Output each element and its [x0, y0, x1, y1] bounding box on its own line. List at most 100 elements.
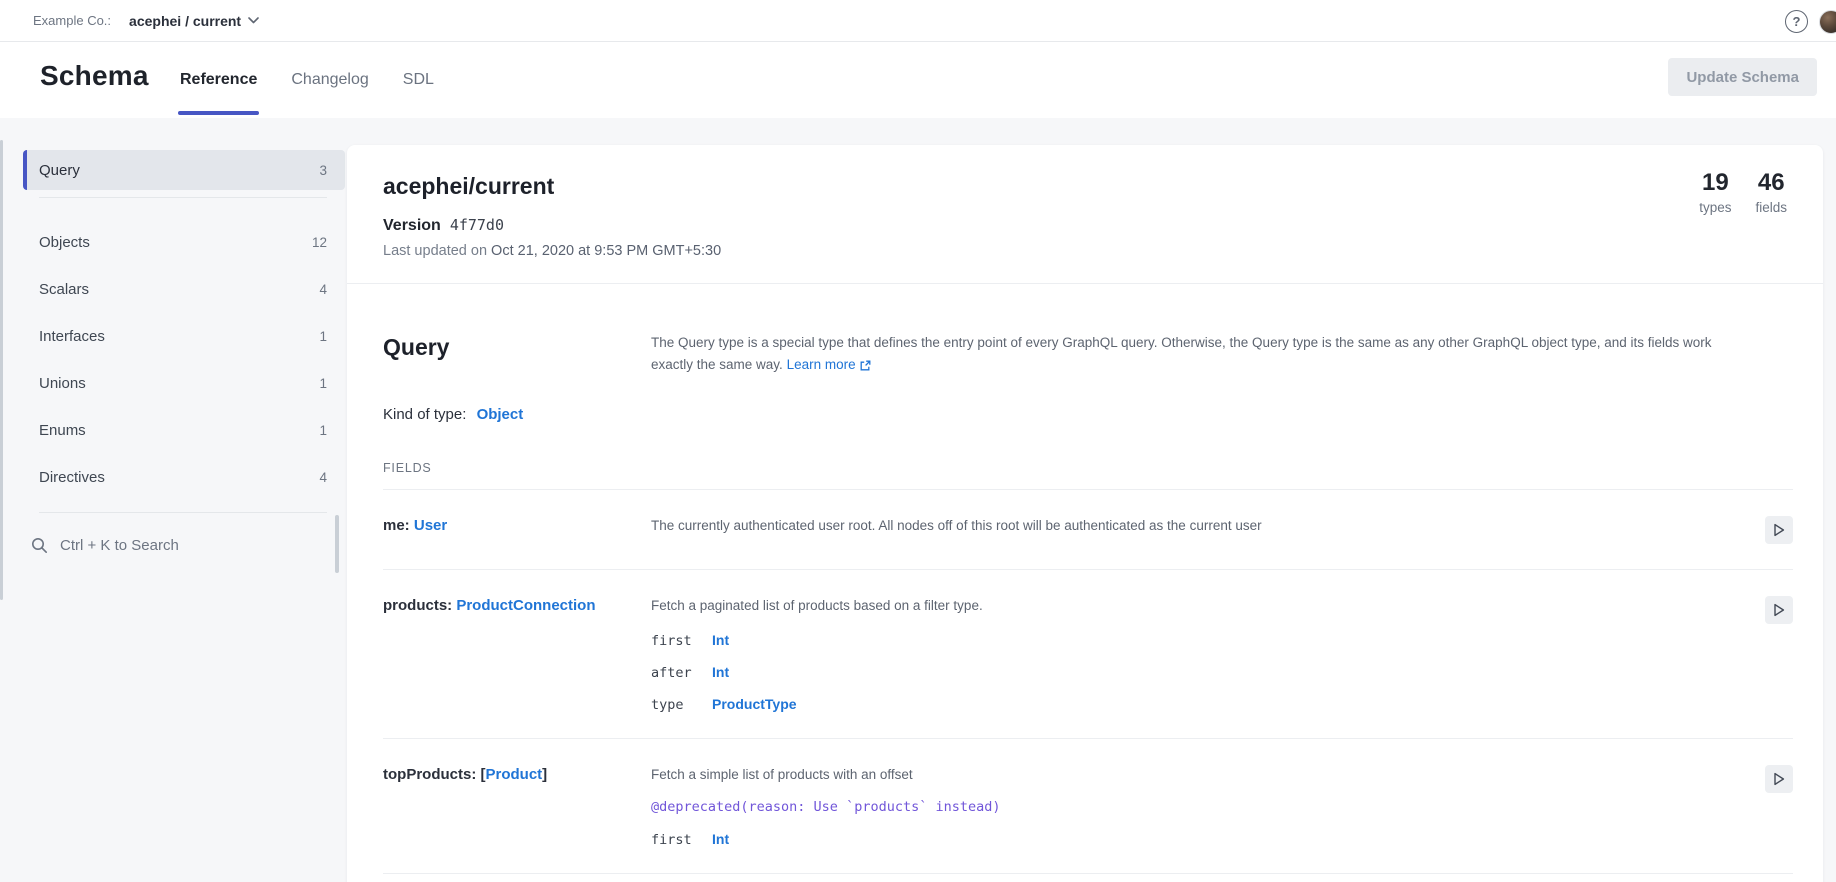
field-name: me:	[383, 517, 410, 534]
graph-summary: acephei/current Version 4f77d0 Last upda…	[347, 145, 1823, 259]
play-icon	[1773, 523, 1785, 537]
page-title: Schema	[40, 60, 149, 92]
kind-of-type-row: Kind of type: Object	[383, 406, 1793, 423]
stat-value: 19	[1702, 169, 1729, 197]
play-icon	[1773, 772, 1785, 786]
stat-types: 19 types	[1699, 169, 1731, 215]
last-updated: Last updated on Oct 21, 2020 at 9:53 PM …	[383, 243, 1787, 259]
field-type-link[interactable]: User	[414, 517, 447, 534]
sidebar-scrollbar-thumb[interactable]	[335, 515, 339, 573]
schema-type-sidebar: Query 3 Objects 12 Scalars 4 Interfaces …	[23, 118, 345, 882]
field-name: products:	[383, 597, 452, 614]
page-scrollbar-track	[0, 118, 3, 882]
field-description: Fetch a paginated list of products based…	[651, 596, 1719, 616]
play-icon	[1773, 603, 1785, 617]
arg-type-link[interactable]: Int	[712, 664, 1719, 680]
sidebar-item-query[interactable]: Query 3	[23, 150, 345, 190]
stat-fields: 46 fields	[1755, 169, 1787, 215]
sidebar-item-count: 1	[319, 423, 327, 438]
field-row-topproducts: topProducts: [Product] Fetch a simple li…	[383, 739, 1793, 873]
stat-label: types	[1699, 200, 1731, 215]
field-type-link[interactable]: Product	[486, 766, 543, 783]
help-icon[interactable]: ?	[1785, 10, 1808, 33]
arg-type-link[interactable]: ProductType	[712, 696, 1719, 712]
field-signature: products: ProductConnection	[383, 596, 651, 614]
learn-more-label: Learn more	[787, 354, 856, 376]
graph-selector-value: acephei / current	[129, 13, 241, 29]
tab-changelog[interactable]: Changelog	[289, 42, 370, 118]
version-row: Version 4f77d0	[383, 216, 1787, 235]
schema-stats: 19 types 46 fields	[1699, 169, 1787, 215]
tab-reference[interactable]: Reference	[178, 42, 259, 118]
sidebar-item-label: Scalars	[39, 281, 89, 298]
sidebar-item-count: 1	[319, 329, 327, 344]
type-header: Query The Query type is a special type t…	[383, 284, 1793, 376]
sidebar-item-interfaces[interactable]: Interfaces 1	[23, 316, 345, 356]
field-signature: me: User	[383, 516, 651, 534]
sidebar-item-label: Enums	[39, 422, 86, 439]
arg-name: after	[651, 665, 712, 681]
arg-name: first	[651, 633, 712, 649]
chevron-down-icon	[248, 17, 259, 24]
sidebar-item-label: Objects	[39, 234, 90, 251]
deprecated-annotation: @deprecated(reason: Use `products` inste…	[651, 799, 1719, 815]
run-in-explorer-button[interactable]	[1765, 596, 1793, 624]
sidebar-item-directives[interactable]: Directives 4	[23, 457, 345, 497]
stat-value: 46	[1758, 169, 1785, 197]
field-description: The currently authenticated user root. A…	[651, 516, 1719, 536]
field-signature: topProducts: [Product]	[383, 765, 651, 783]
top-bar: Example Co.: acephei / current ?	[0, 0, 1836, 42]
sidebar-item-enums[interactable]: Enums 1	[23, 410, 345, 450]
schema-reference-card: acephei/current Version 4f77d0 Last upda…	[347, 145, 1823, 882]
help-glyph: ?	[1793, 14, 1801, 29]
page-scrollbar-thumb[interactable]	[0, 140, 3, 600]
last-updated-value: Oct 21, 2020 at 9:53 PM GMT+5:30	[491, 243, 721, 259]
type-description: The Query type is a special type that de…	[651, 332, 1793, 376]
version-value: 4f77d0	[450, 216, 504, 234]
stat-label: fields	[1755, 200, 1787, 215]
field-description: Fetch a simple list of products with an …	[651, 765, 1719, 785]
org-label: Example Co.:	[33, 13, 111, 28]
graph-selector-dropdown[interactable]: acephei / current	[129, 13, 259, 29]
sidebar-item-label: Directives	[39, 469, 105, 486]
last-updated-prefix: Last updated on	[383, 243, 487, 259]
divider	[39, 512, 327, 513]
sidebar-item-count: 1	[319, 376, 327, 391]
sidebar-item-unions[interactable]: Unions 1	[23, 363, 345, 403]
search-hint: Ctrl + K to Search	[60, 537, 179, 554]
field-row-me: me: User The currently authenticated use…	[383, 490, 1793, 569]
arg-row-first: first Int	[651, 831, 1719, 848]
fields-section-label: FIELDS	[383, 461, 1793, 475]
sidebar-item-count: 4	[319, 282, 327, 297]
arg-row-first: first Int	[651, 632, 1719, 649]
arg-type-link[interactable]: Int	[712, 632, 1719, 648]
arg-row-type: type ProductType	[651, 696, 1719, 713]
sidebar-item-count: 3	[319, 163, 327, 178]
arg-row-after: after Int	[651, 664, 1719, 681]
run-in-explorer-button[interactable]	[1765, 765, 1793, 793]
search-icon	[31, 537, 48, 554]
field-type-link[interactable]: ProductConnection	[456, 597, 595, 614]
divider	[383, 873, 1793, 874]
tab-sdl[interactable]: SDL	[401, 42, 436, 118]
learn-more-link[interactable]: Learn more	[787, 354, 871, 376]
sidebar-item-count: 12	[312, 235, 327, 250]
version-label: Version	[383, 217, 441, 235]
type-bracket: ]	[542, 766, 547, 783]
field-detail: The currently authenticated user root. A…	[651, 516, 1765, 536]
sidebar-item-scalars[interactable]: Scalars 4	[23, 269, 345, 309]
avatar[interactable]	[1819, 10, 1836, 34]
search-trigger[interactable]: Ctrl + K to Search	[23, 525, 345, 565]
field-row-products: products: ProductConnection Fetch a pagi…	[383, 570, 1793, 738]
page-header: Schema Reference Changelog SDL Update Sc…	[0, 42, 1836, 118]
divider	[39, 197, 327, 198]
arg-type-link[interactable]: Int	[712, 831, 1719, 847]
kind-object-link[interactable]: Object	[477, 406, 524, 423]
update-schema-button[interactable]: Update Schema	[1668, 58, 1817, 96]
kind-label: Kind of type:	[383, 406, 466, 423]
sidebar-item-objects[interactable]: Objects 12	[23, 222, 345, 262]
run-in-explorer-button[interactable]	[1765, 516, 1793, 544]
field-detail: Fetch a paginated list of products based…	[651, 596, 1765, 713]
sidebar-item-count: 4	[319, 470, 327, 485]
field-args: first Int	[651, 831, 1719, 848]
